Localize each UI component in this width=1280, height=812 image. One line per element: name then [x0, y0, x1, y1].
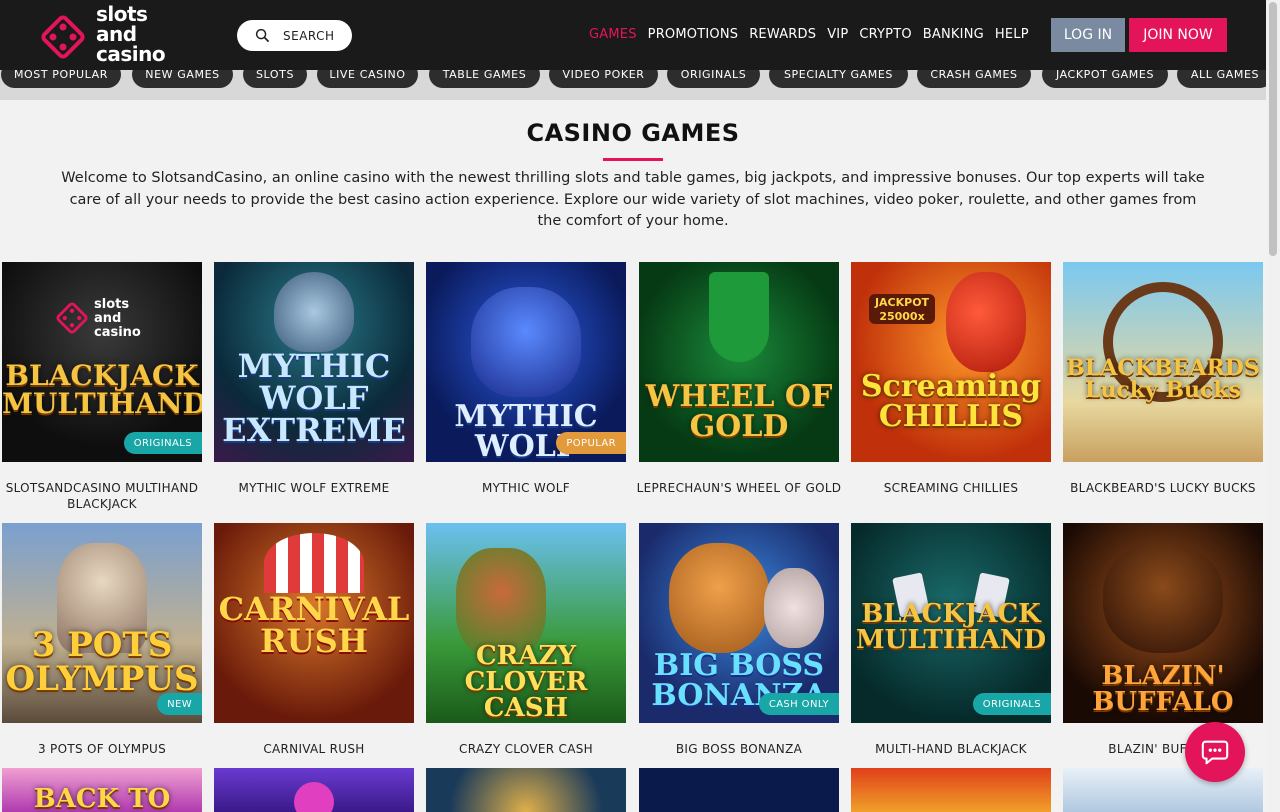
tab-all-games[interactable]: ALL GAMES [1177, 70, 1266, 88]
search-button[interactable]: SEARCH [237, 20, 352, 51]
intro-text: Welcome to SlotsandCasino, an online cas… [61, 170, 1205, 229]
thumb-art-title: BLACKBEARDS Lucky Bucks [1066, 355, 1260, 403]
site-logo[interactable]: slots and casino [38, 4, 183, 66]
game-title[interactable]: SCREAMING CHILLIES [841, 480, 1061, 496]
game-thumbnail[interactable]: MYTHIC WOLF POPULAR [426, 262, 626, 462]
game-thumbnail[interactable]: WHEEL OF GOLD [639, 262, 839, 462]
game-thumbnail[interactable]: 3 POTS OLYMPUS NEW [2, 523, 202, 723]
game-thumbnail[interactable]: CARNIVAL RUSH [214, 523, 414, 723]
thumb-art-title: BLACKJACK MULTIHAND [855, 599, 1047, 655]
tab-jackpot-games[interactable]: JACKPOT GAMES [1042, 70, 1168, 88]
tab-slots[interactable]: SLOTS [243, 70, 307, 88]
tab-most-popular[interactable]: MOST POPULAR [1, 70, 121, 88]
game-title[interactable]: 3 POTS OF OLYMPUS [0, 741, 212, 757]
game-thumbnail[interactable]: CRAZY CLOVER CASH [426, 523, 626, 723]
thumb-art-title: 3 POTS OLYMPUS [5, 625, 199, 699]
page-scrollbar[interactable] [1266, 0, 1280, 812]
thumb-art-title: MYTHIC WOLF EXTREME [222, 347, 406, 449]
wolf-head-icon [471, 287, 581, 397]
live-chat-button[interactable] [1185, 722, 1245, 782]
game-thumbnail[interactable]: BLAZIN' BUFFALO [1063, 523, 1263, 723]
game-thumbnail[interactable]: JACKPOT 25000x Screaming CHILLIS [851, 262, 1051, 462]
tab-video-poker[interactable]: VIDEO POKER [549, 70, 658, 88]
mouse-icon [764, 568, 824, 648]
tab-table-games[interactable]: TABLE GAMES [429, 70, 540, 88]
nav-crypto[interactable]: CRYPTO [859, 27, 911, 42]
jackpot-tag: JACKPOT 25000x [869, 294, 935, 324]
game-title[interactable]: BLACKBEARD'S LUCKY BUCKS [1053, 480, 1273, 496]
game-thumbnail[interactable] [426, 768, 626, 812]
game-badge: ORIGINALS [123, 432, 202, 454]
search-icon [255, 28, 270, 43]
game-thumbnail[interactable]: BLACKBEARDS Lucky Bucks [1063, 262, 1263, 462]
chat-bubble-icon [1201, 740, 1229, 765]
thumb-art-title: Screaming CHILLIS [860, 369, 1042, 434]
thumb-art-title: CRAZY CLOVER CASH [464, 641, 588, 723]
game-title[interactable]: SLOTSANDCASINO MULTIHAND BLACKJACK [0, 480, 212, 512]
thumb-logo-text: slots and casino [94, 297, 141, 340]
game-title[interactable]: BIG BOSS BONANZA [629, 741, 849, 757]
title-underline [603, 158, 663, 161]
game-thumbnail[interactable]: BLACKJACK MULTIHAND ORIGINALS [851, 523, 1051, 723]
game-title[interactable]: MULTI-HAND BLACKJACK [841, 741, 1061, 757]
tab-originals[interactable]: ORIGINALS [667, 70, 760, 88]
thumb-art-title: BLAZIN' BUFFALO [1092, 661, 1234, 717]
game-thumbnail[interactable]: BIG BOSS BONANZA CASH ONLY [639, 523, 839, 723]
leprechaun-icon [709, 272, 769, 362]
game-title[interactable]: MYTHIC WOLF EXTREME [204, 480, 424, 496]
main-nav: GAMES PROMOTIONS REWARDS VIP CRYPTO BANK… [589, 27, 1040, 42]
game-thumbnail[interactable]: BACK TO [2, 768, 202, 812]
page-title: CASINO GAMES [526, 119, 740, 147]
wolf-head-icon [274, 272, 354, 352]
chili-icon [946, 272, 1026, 372]
thumb-art-title: WHEEL OF GOLD [645, 379, 833, 444]
logo-wordmark: slots and casino [96, 2, 166, 66]
dice-logo-icon [56, 302, 88, 334]
game-badge: POPULAR [556, 432, 626, 454]
circus-tent-icon [264, 533, 364, 593]
game-title[interactable]: LEPRECHAUN'S WHEEL OF GOLD [629, 480, 849, 496]
game-thumbnail[interactable] [851, 768, 1051, 812]
game-thumbnail[interactable]: MYTHIC WOLF EXTREME [214, 262, 414, 462]
game-thumbnail[interactable] [639, 768, 839, 812]
category-tabs: MOST POPULAR NEW GAMES SLOTS LIVE CASINO… [0, 70, 1266, 100]
tab-new-games[interactable]: NEW GAMES [132, 70, 233, 88]
scrollbar-thumb[interactable] [1269, 2, 1277, 256]
ball-icon [294, 782, 334, 812]
game-title[interactable]: CARNIVAL RUSH [204, 741, 424, 757]
game-badge: ORIGINALS [972, 693, 1051, 715]
nav-games[interactable]: GAMES [589, 27, 637, 42]
game-title[interactable]: MYTHIC WOLF [416, 480, 636, 496]
tab-specialty-games[interactable]: SPECIALTY GAMES [769, 70, 908, 88]
search-label: SEARCH [283, 28, 335, 43]
game-badge: NEW [157, 693, 202, 715]
nav-help[interactable]: HELP [995, 27, 1029, 42]
thumb-art-title: BLACKJACK MULTIHAND [2, 359, 202, 420]
game-thumbnail[interactable] [214, 768, 414, 812]
thumb-art-title: CARNIVAL RUSH [218, 590, 410, 660]
nav-promotions[interactable]: PROMOTIONS [648, 27, 739, 42]
cat-boss-icon [669, 543, 769, 653]
game-title[interactable]: CRAZY CLOVER CASH [416, 741, 636, 757]
dice-logo-icon [41, 15, 85, 59]
tab-live-casino[interactable]: LIVE CASINO [317, 70, 418, 88]
thumb-art-title: BACK TO [33, 784, 171, 812]
nav-rewards[interactable]: REWARDS [749, 27, 816, 42]
nav-banking[interactable]: BANKING [923, 27, 984, 42]
nav-vip[interactable]: VIP [827, 27, 848, 42]
login-button[interactable]: LOG IN [1051, 18, 1125, 52]
game-badge: CASH ONLY [758, 693, 839, 715]
top-header: slots and casino SEARCH GAMES PROMOTIONS… [0, 0, 1266, 70]
buffalo-icon [1103, 543, 1223, 653]
tab-crash-games[interactable]: CRASH GAMES [917, 70, 1031, 88]
game-thumbnail[interactable]: slots and casino BLACKJACK MULTIHAND ORIGI… [2, 262, 202, 462]
join-now-button[interactable]: JOIN NOW [1129, 18, 1227, 52]
